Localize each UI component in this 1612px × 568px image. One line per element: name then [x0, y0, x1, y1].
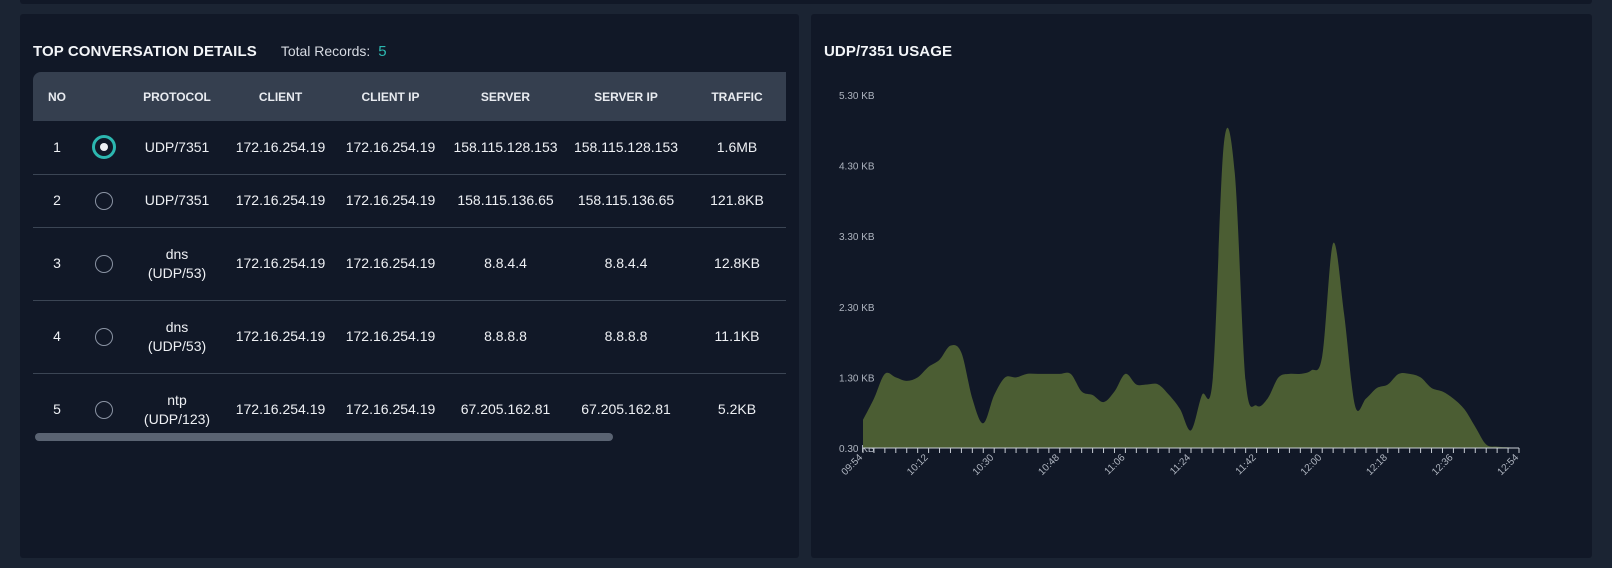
client-cell: 172.16.254.19 — [235, 138, 326, 155]
client-ip-cell: 172.16.254.19 — [345, 138, 436, 155]
row-radio[interactable] — [95, 401, 113, 420]
x-tick-label: 11:42 — [1234, 452, 1259, 477]
x-tick-label: 11:06 — [1103, 452, 1128, 477]
server-ip-cell: 8.8.4.4 — [604, 255, 648, 271]
client-cell: 172.16.254.19 — [235, 328, 326, 344]
traffic-cell: 11.1KB — [714, 328, 760, 344]
client-ip-cell: 172.16.254.19 — [345, 192, 436, 208]
y-tick-label: 1.30 KB — [839, 373, 875, 384]
server-cell: 8.8.8.8 — [484, 328, 527, 344]
protocol-port: (UDP/123) — [143, 410, 211, 427]
column-header-no[interactable]: NO — [33, 72, 81, 121]
server-cell: 8.8.4.4 — [484, 255, 527, 271]
row-number: 1 — [53, 138, 61, 155]
protocol-port: (UDP/53) — [147, 337, 207, 354]
table-row[interactable]: 1 UDP/7351 172.16.254.19 172.16.254.19 1… — [33, 121, 786, 174]
conversation-table-container[interactable]: NO PROTOCOL CLIENT CLIENT IP SERVER SERV… — [33, 72, 786, 450]
column-header-traffic[interactable]: TRAFFIC — [688, 72, 786, 121]
protocol-cell: dns (UDP/53) — [127, 227, 227, 300]
traffic-cell: 5.2KB — [717, 401, 757, 418]
y-tick-label: 5.30 KB — [839, 91, 875, 102]
x-tick-label: 09:54 — [840, 452, 866, 478]
server-ip-cell: 158.115.128.153 — [573, 138, 679, 155]
top-strip — [20, 0, 1592, 4]
protocol-name: dns — [165, 245, 189, 262]
usage-chart: 0.30 KB1.30 KB2.30 KB3.30 KB4.30 KB5.30 … — [839, 91, 1522, 478]
server-cell: 158.115.136.65 — [457, 192, 554, 208]
protocol-name: UDP/7351 — [144, 138, 210, 155]
x-tick-label: 10:30 — [971, 452, 997, 478]
row-select-cell — [81, 227, 127, 300]
server-ip-cell: 8.8.8.8 — [604, 328, 648, 344]
x-tick-label: 12:36 — [1430, 452, 1456, 478]
row-radio[interactable] — [95, 255, 113, 274]
column-header-client-ip[interactable]: CLIENT IP — [334, 72, 447, 121]
x-tick-label: 10:12 — [905, 452, 931, 478]
row-select-cell — [81, 121, 127, 174]
conversation-table: NO PROTOCOL CLIENT CLIENT IP SERVER SERV… — [33, 72, 786, 446]
row-select-cell — [81, 300, 127, 373]
protocol-name: dns — [165, 318, 189, 335]
column-header-server[interactable]: SERVER — [447, 72, 564, 121]
table-row[interactable]: 3 dns (UDP/53) 172.16.254.19 172.16.254.… — [33, 227, 786, 300]
protocol-cell: dns (UDP/53) — [127, 300, 227, 373]
x-tick-label: 11:24 — [1168, 452, 1193, 477]
total-records-label: Total Records: — [280, 43, 371, 59]
row-select-cell — [81, 174, 127, 227]
total-records-count: 5 — [378, 42, 387, 60]
traffic-cell: 1.6MB — [716, 138, 758, 155]
usage-area-series — [863, 127, 1519, 449]
client-ip-cell: 172.16.254.19 — [345, 328, 436, 344]
table-header-row: NO PROTOCOL CLIENT CLIENT IP SERVER SERV… — [33, 72, 786, 121]
protocol-name: UDP/7351 — [144, 192, 210, 208]
client-cell: 172.16.254.19 — [235, 255, 326, 271]
row-number: 3 — [53, 255, 61, 271]
client-cell: 172.16.254.19 — [235, 192, 326, 208]
column-header-server-ip[interactable]: SERVER IP — [564, 72, 688, 121]
x-tick-label: 12:18 — [1364, 452, 1390, 478]
protocol-cell: UDP/7351 — [127, 174, 227, 227]
table-row[interactable]: 2 UDP/7351 172.16.254.19 172.16.254.19 1… — [33, 174, 786, 227]
x-tick-label: 12:54 — [1496, 452, 1522, 478]
x-tick-label: 12:00 — [1299, 452, 1325, 478]
x-tick-label: 10:48 — [1036, 452, 1062, 478]
traffic-cell: 121.8KB — [710, 192, 764, 208]
traffic-cell: 12.8KB — [714, 255, 760, 271]
table-row[interactable]: 4 dns (UDP/53) 172.16.254.19 172.16.254.… — [33, 300, 786, 373]
column-header-protocol[interactable]: PROTOCOL — [127, 72, 227, 121]
y-tick-label: 3.30 KB — [839, 232, 875, 243]
protocol-name: ntp — [167, 391, 187, 408]
column-header-select — [81, 72, 127, 121]
column-header-client[interactable]: CLIENT — [227, 72, 334, 121]
conversation-panel: TOP CONVERSATION DETAILS Total Records: … — [20, 14, 799, 558]
conversation-header: TOP CONVERSATION DETAILS Total Records: … — [33, 37, 387, 65]
y-tick-label: 2.30 KB — [839, 303, 875, 314]
server-cell: 158.115.128.153 — [453, 138, 558, 155]
protocol-port: (UDP/53) — [147, 264, 207, 281]
client-ip-cell: 172.16.254.19 — [345, 255, 436, 271]
panel-title: TOP CONVERSATION DETAILS — [33, 42, 257, 60]
row-number: 4 — [53, 328, 61, 344]
row-number: 2 — [53, 192, 61, 208]
row-radio[interactable] — [95, 328, 113, 347]
server-ip-cell: 158.115.136.65 — [577, 192, 675, 208]
usage-panel: UDP/7351 USAGE 0.30 KB 1.30 KB 2.30 KB 3.30… — [811, 14, 1592, 558]
horizontal-scrollbar[interactable] — [35, 433, 613, 441]
row-radio[interactable] — [95, 192, 113, 211]
protocol-cell: UDP/7351 — [127, 121, 227, 174]
row-radio-selected[interactable] — [92, 135, 116, 160]
y-tick-label: 4.30 KB — [839, 162, 875, 173]
